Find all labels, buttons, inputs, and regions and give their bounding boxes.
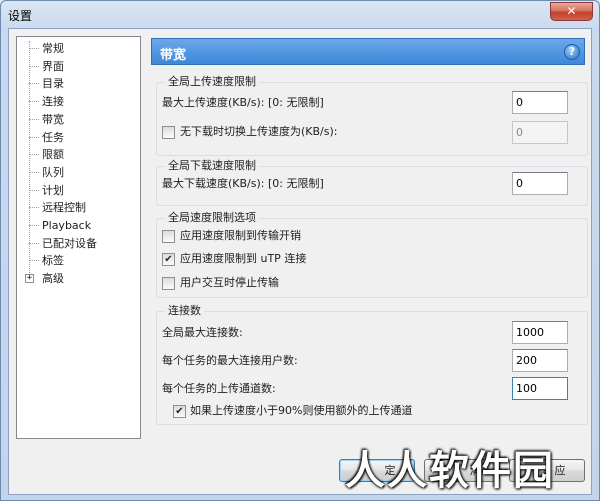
max-download-label: 最大下载速度(KB/s): [0: 无限制] <box>162 177 324 190</box>
tree-item-advanced[interactable]: + 高级 <box>17 270 140 287</box>
global-max-conn-input[interactable] <box>512 321 568 344</box>
tree-item-tasks[interactable]: 任务 <box>17 129 140 146</box>
tree-item-queue[interactable]: 队列 <box>17 164 140 181</box>
tree-item-label: 远程控制 <box>42 201 86 215</box>
tree-item-remote[interactable]: 远程控制 <box>17 199 140 216</box>
tree-item-label: 带宽 <box>40 111 66 127</box>
page-title: 带宽 <box>160 48 187 63</box>
overhead-label: 应用速度限制到传输开销 <box>180 229 301 242</box>
idle-stop-label: 用户交互时停止传输 <box>180 276 279 289</box>
help-icon[interactable]: ? <box>564 44 580 60</box>
tree-item-label: 常规 <box>42 42 64 55</box>
page-header: 带宽 ? <box>151 38 585 65</box>
tree-item-directories[interactable]: 目录 <box>17 75 140 92</box>
tree-item-label: 连接 <box>42 95 64 109</box>
idle-stop-checkbox[interactable] <box>162 277 175 290</box>
tree-item-quota[interactable]: 限额 <box>17 146 140 163</box>
alt-upload-label: 无下载时切换上传速度为(KB/s): <box>180 125 338 138</box>
extra-slots-checkbox[interactable] <box>173 405 186 418</box>
dialog-client: 常规 界面 目录 连接 带宽 任务 限额 队列 计划 远程控制 Playback… <box>8 28 592 495</box>
per-task-peers-label: 每个任务的最大连接用户数: <box>162 354 298 367</box>
tree-item-label: 限额 <box>42 148 64 162</box>
extra-slots-label: 如果上传速度小于90%则使用额外的上传通道 <box>190 404 413 417</box>
alt-upload-checkbox[interactable] <box>162 126 175 139</box>
tree-item-scheduler[interactable]: 计划 <box>17 182 140 199</box>
tree-item-bandwidth[interactable]: 带宽 <box>17 111 140 128</box>
settings-window: 设置 ✕ 常规 界面 目录 连接 带宽 任务 限额 队列 计划 远程控制 Pla… <box>0 0 600 501</box>
max-upload-input[interactable] <box>512 91 568 114</box>
group-title: 全局下载速度限制 <box>165 159 259 173</box>
tree-item-label: 高级 <box>42 272 64 286</box>
tree-item-label: 已配对设备 <box>42 236 97 250</box>
tree-item-label: 计划 <box>42 183 64 197</box>
max-download-input[interactable] <box>512 172 568 195</box>
utp-label: 应用速度限制到 uTP 连接 <box>180 252 307 265</box>
overhead-checkbox[interactable] <box>162 230 175 243</box>
tree-item-interface[interactable]: 界面 <box>17 58 140 75</box>
max-upload-label: 最大上传速度(KB/s): [0: 无限制] <box>162 96 324 109</box>
upload-slots-input[interactable] <box>512 377 568 400</box>
tree-item-label: 目录 <box>42 77 64 91</box>
group-title: 连接数 <box>165 304 204 318</box>
settings-tree[interactable]: 常规 界面 目录 连接 带宽 任务 限额 队列 计划 远程控制 Playback… <box>16 36 141 439</box>
tree-item-label: 任务 <box>42 130 64 144</box>
tree-item-general[interactable]: 常规 <box>17 40 140 57</box>
tree-item-label: Playback <box>42 219 92 232</box>
window-title: 设置 <box>8 9 33 23</box>
tree-item-paired-devices[interactable]: 已配对设备 <box>17 235 140 252</box>
group-title: 全局速度限制选项 <box>165 211 259 225</box>
tree-item-label: 队列 <box>42 165 64 179</box>
group-title: 全局上传速度限制 <box>165 75 259 89</box>
tree-item-label: 标签 <box>42 254 64 268</box>
tree-item-connection[interactable]: 连接 <box>17 93 140 110</box>
global-max-conn-label: 全局最大连接数: <box>162 326 243 339</box>
close-button[interactable]: ✕ <box>550 2 593 21</box>
expand-plus-icon[interactable]: + <box>25 274 34 284</box>
alt-upload-input[interactable] <box>512 121 568 144</box>
per-task-peers-input[interactable] <box>512 349 568 372</box>
watermark: 人人软件园 <box>345 448 555 494</box>
utp-checkbox[interactable] <box>162 253 175 266</box>
tree-item-labels[interactable]: 标签 <box>17 252 140 269</box>
tree-item-playback[interactable]: Playback <box>17 217 140 234</box>
tree-item-label: 界面 <box>42 59 64 73</box>
title-bar[interactable]: 设置 ✕ <box>1 1 599 27</box>
upload-slots-label: 每个任务的上传通道数: <box>162 382 276 395</box>
